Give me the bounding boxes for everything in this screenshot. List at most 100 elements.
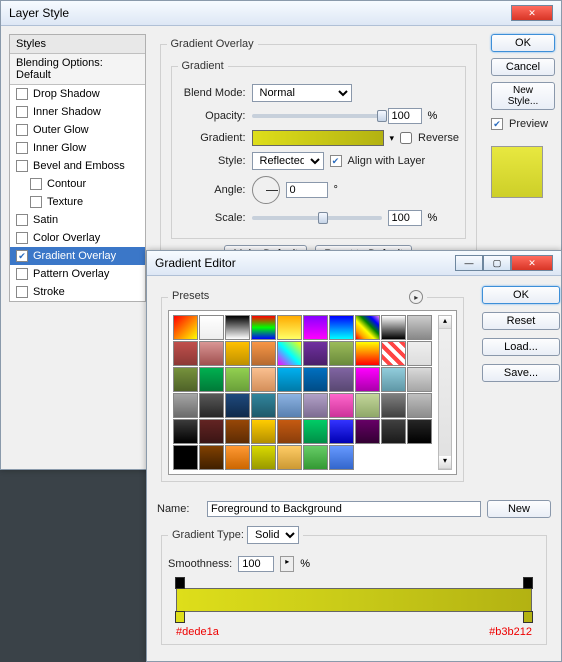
style-checkbox[interactable]: ✔ — [16, 250, 28, 262]
color-stop-left[interactable] — [175, 611, 185, 623]
new-button[interactable]: New — [487, 500, 551, 518]
preset-swatch[interactable] — [173, 419, 198, 444]
preset-swatch[interactable] — [225, 393, 250, 418]
style-item-outer-glow[interactable]: Outer Glow — [10, 121, 145, 139]
preset-swatch[interactable] — [173, 315, 198, 340]
preset-swatch[interactable] — [251, 341, 276, 366]
preset-swatch[interactable] — [303, 367, 328, 392]
preset-swatch[interactable] — [225, 367, 250, 392]
minimize-icon[interactable]: — — [455, 255, 483, 271]
preset-swatch[interactable] — [407, 341, 432, 366]
preset-swatch[interactable] — [277, 445, 302, 470]
preset-swatch[interactable] — [173, 445, 198, 470]
preset-swatch[interactable] — [277, 419, 302, 444]
style-item-pattern-overlay[interactable]: Pattern Overlay — [10, 265, 145, 283]
style-checkbox[interactable] — [16, 88, 28, 100]
styles-header[interactable]: Styles — [10, 35, 145, 54]
preset-swatch[interactable] — [381, 419, 406, 444]
scale-input[interactable] — [388, 210, 422, 226]
style-checkbox[interactable] — [16, 142, 28, 154]
ge-load-button[interactable]: Load... — [482, 338, 560, 356]
color-stop-right[interactable] — [523, 611, 533, 623]
presets-scrollbar[interactable]: ▴ ▾ — [438, 315, 452, 470]
opacity-input[interactable] — [388, 108, 422, 124]
close-icon[interactable]: ✕ — [511, 5, 553, 21]
cancel-button[interactable]: Cancel — [491, 58, 555, 76]
preset-swatch[interactable] — [329, 419, 354, 444]
style-item-bevel-and-emboss[interactable]: Bevel and Emboss — [10, 157, 145, 175]
preset-swatch[interactable] — [199, 315, 224, 340]
presets-menu-icon[interactable]: ▸ — [409, 290, 423, 304]
preset-swatch[interactable] — [407, 393, 432, 418]
dropdown-icon[interactable]: ▾ — [390, 133, 395, 144]
preset-swatch[interactable] — [407, 419, 432, 444]
ge-save-button[interactable]: Save... — [482, 364, 560, 382]
angle-input[interactable] — [286, 182, 328, 198]
angle-dial[interactable] — [252, 176, 280, 204]
preset-swatch[interactable] — [355, 341, 380, 366]
opacity-stop-left[interactable] — [175, 577, 185, 589]
gradient-type-select[interactable]: Solid — [247, 526, 299, 544]
style-item-drop-shadow[interactable]: Drop Shadow — [10, 85, 145, 103]
ge-reset-button[interactable]: Reset — [482, 312, 560, 330]
preset-swatch[interactable] — [329, 393, 354, 418]
style-checkbox[interactable] — [30, 196, 42, 208]
preset-swatch[interactable] — [199, 445, 224, 470]
preset-swatch[interactable] — [173, 393, 198, 418]
preset-swatch[interactable] — [381, 393, 406, 418]
style-checkbox[interactable] — [16, 106, 28, 118]
preset-swatch[interactable] — [303, 445, 328, 470]
align-checkbox[interactable]: ✔ — [330, 155, 342, 167]
preset-swatch[interactable] — [303, 419, 328, 444]
maximize-icon[interactable]: ▢ — [483, 255, 511, 271]
new-style-button[interactable]: New Style... — [491, 82, 555, 110]
style-checkbox[interactable] — [30, 178, 42, 190]
preset-swatch[interactable] — [199, 393, 224, 418]
preset-swatch[interactable] — [329, 341, 354, 366]
preset-swatch[interactable] — [251, 393, 276, 418]
preset-swatch[interactable] — [329, 367, 354, 392]
preset-swatch[interactable] — [277, 393, 302, 418]
preset-swatch[interactable] — [355, 393, 380, 418]
name-input[interactable] — [207, 501, 481, 517]
preset-swatch[interactable] — [225, 419, 250, 444]
close-icon[interactable]: ✕ — [511, 255, 553, 271]
ok-button[interactable]: OK — [491, 34, 555, 52]
preset-swatch[interactable] — [303, 315, 328, 340]
style-item-inner-glow[interactable]: Inner Glow — [10, 139, 145, 157]
preset-swatch[interactable] — [199, 341, 224, 366]
style-item-contour[interactable]: Contour — [10, 175, 145, 193]
preset-swatch[interactable] — [355, 367, 380, 392]
preset-swatch[interactable] — [381, 367, 406, 392]
preset-swatch[interactable] — [329, 315, 354, 340]
style-checkbox[interactable] — [16, 268, 28, 280]
preset-swatch[interactable] — [225, 315, 250, 340]
style-item-stroke[interactable]: Stroke — [10, 283, 145, 301]
gradient-bar[interactable] — [176, 588, 532, 612]
style-select[interactable]: Reflected — [252, 152, 324, 170]
style-checkbox[interactable] — [16, 124, 28, 136]
preset-swatch[interactable] — [251, 445, 276, 470]
style-checkbox[interactable] — [16, 160, 28, 172]
gradient-swatch[interactable] — [252, 130, 384, 146]
preset-swatch[interactable] — [225, 445, 250, 470]
preset-swatch[interactable] — [251, 419, 276, 444]
preset-swatch[interactable] — [173, 367, 198, 392]
preset-swatch[interactable] — [251, 315, 276, 340]
style-item-satin[interactable]: Satin — [10, 211, 145, 229]
preset-swatch[interactable] — [173, 341, 198, 366]
preset-swatch[interactable] — [407, 367, 432, 392]
preset-swatch[interactable] — [277, 367, 302, 392]
style-item-color-overlay[interactable]: Color Overlay — [10, 229, 145, 247]
style-item-texture[interactable]: Texture — [10, 193, 145, 211]
preset-swatch[interactable] — [381, 341, 406, 366]
preview-checkbox[interactable]: ✔ — [491, 118, 503, 130]
smoothness-input[interactable] — [238, 556, 274, 572]
reverse-checkbox[interactable] — [400, 132, 412, 144]
preset-swatch[interactable] — [199, 419, 224, 444]
ge-ok-button[interactable]: OK — [482, 286, 560, 304]
preset-swatch[interactable] — [407, 315, 432, 340]
blend-mode-select[interactable]: Normal — [252, 84, 352, 102]
style-checkbox[interactable] — [16, 286, 28, 298]
style-checkbox[interactable] — [16, 214, 28, 226]
